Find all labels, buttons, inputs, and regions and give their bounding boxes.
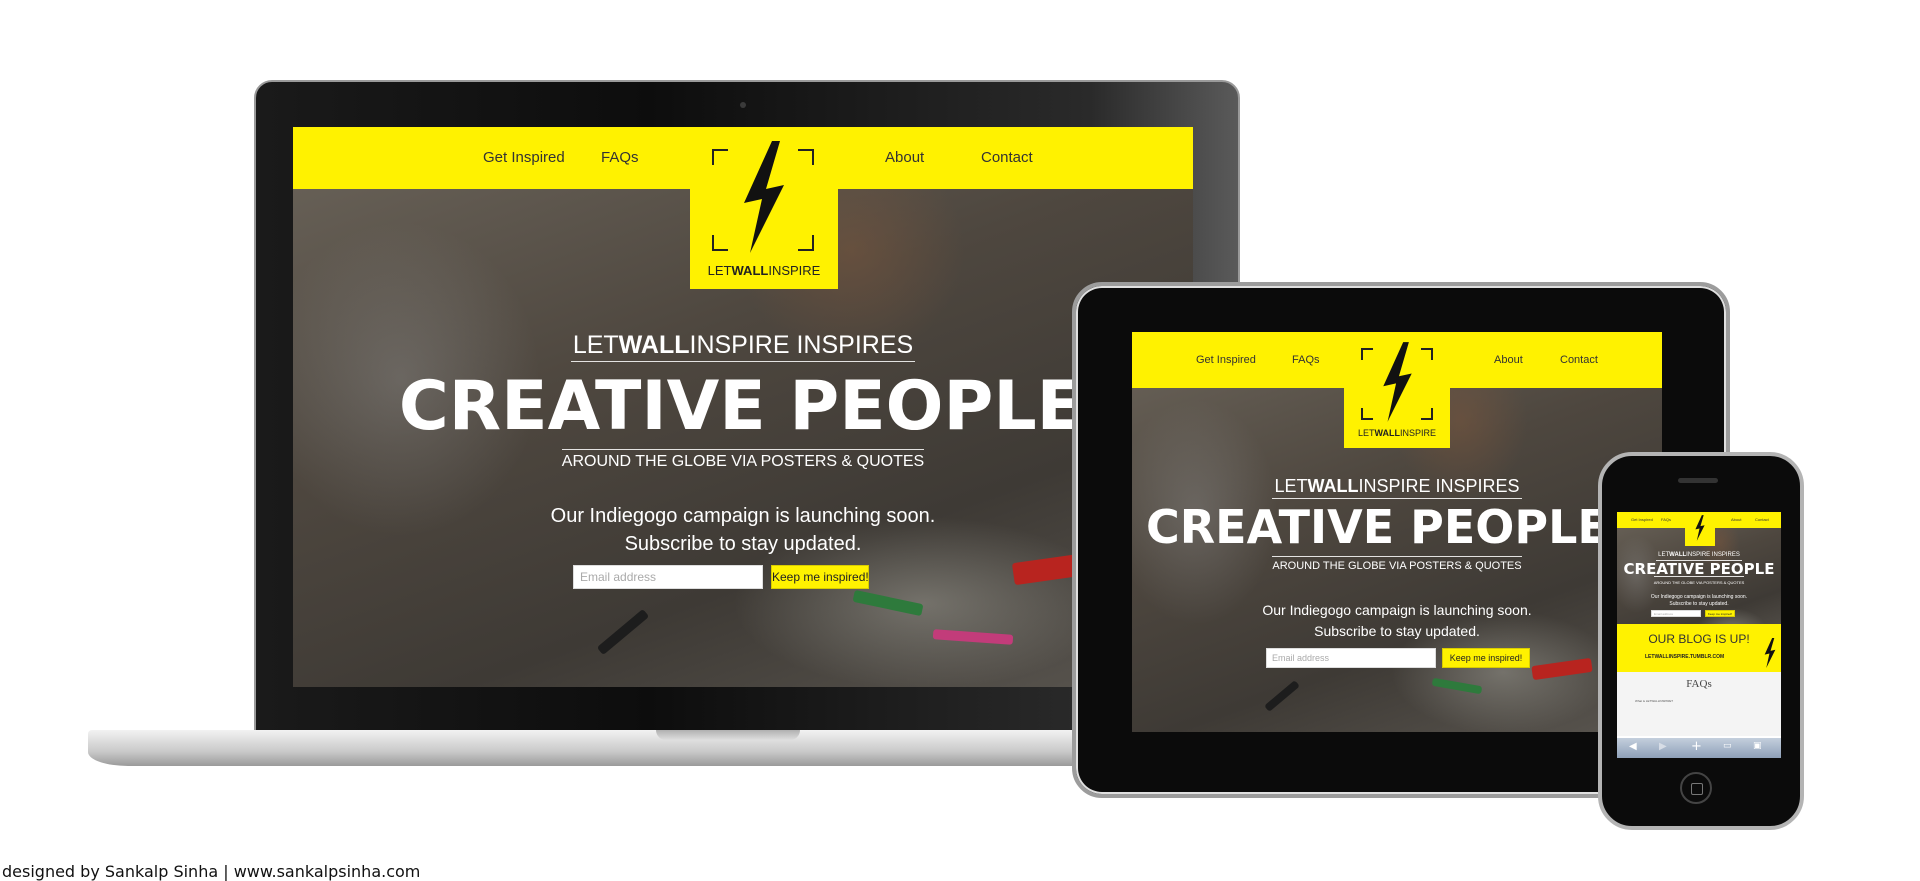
keep-me-inspired-button[interactable]: Keep me inspired! [1442,648,1530,668]
nav-contact[interactable]: Contact [1755,517,1769,522]
keep-me-inspired-button[interactable]: Keep me inspired! [1705,610,1735,617]
blog-banner-url: LETWALLINSPIRE.TUMBLR.COM [1645,654,1725,660]
phone-screen: Get Inspired FAQs About Contact LETWALLI… [1617,512,1781,758]
campaign-line-1: Our Indiegogo campaign is launching soon… [550,505,936,527]
campaign-line-2: Subscribe to stay updated. [1314,623,1480,639]
bookmarks-icon[interactable]: ▭ [1723,741,1732,751]
designer-credit: designed by Sankalp Sinha | www.sankalps… [2,862,421,881]
laptop-camera [740,102,746,108]
inspires-heading: LETWALLINSPIRE INSPIRES [293,331,1193,362]
logo-wordmark: LETWALLINSPIRE [1357,428,1437,438]
browser-toolbar: ◀ ▶ + ▭ ▣ [1617,738,1781,758]
hero-subheadline: AROUND THE GLOBE VIA POSTERS & QUOTES [1617,576,1781,585]
keep-me-inspired-button[interactable]: Keep me inspired! [771,565,869,589]
lightning-bolt-icon [1764,638,1776,668]
forward-arrow-icon[interactable]: ▶ [1659,741,1667,752]
email-input[interactable]: Email address [1266,648,1436,668]
site-logo[interactable]: LETWALLINSPIRE [1344,332,1450,448]
lightning-bolt-icon [744,141,784,253]
logo-wordmark: LETWALLINSPIRE [707,263,821,278]
nav-get-inspired[interactable]: Get Inspired [1196,354,1256,366]
hero-headline: CREATIVE PEOPLE [398,367,1084,446]
email-input[interactable]: Email address [1651,610,1701,617]
nav-faqs[interactable]: FAQs [601,149,639,166]
site-logo[interactable] [1685,512,1715,546]
lightning-bolt-icon [1383,342,1412,422]
site-logo[interactable]: LETWALLINSPIRE [690,127,838,289]
nav-faqs[interactable]: FAQs [1661,517,1671,522]
nav-about[interactable]: About [1494,354,1523,366]
laptop-screen: Get Inspired FAQs About Contact LETWALLI… [293,127,1193,687]
tablet-screen: Get Inspired FAQs About Contact LETWALLI… [1132,332,1662,732]
hero-headline: CREATIVE PEOPLE [1146,500,1609,554]
home-button-icon[interactable] [1680,772,1712,804]
nav-contact[interactable]: Contact [1560,354,1598,366]
phone-mockup: Get Inspired FAQs About Contact LETWALLI… [1598,452,1804,830]
faqs-heading: FAQs [1686,678,1712,690]
hero-subheadline: AROUND THE GLOBE VIA POSTERS & QUOTES [293,449,1193,471]
nav-about[interactable]: About [885,149,924,166]
laptop-notch [656,730,800,740]
campaign-line-1: Our Indiegogo campaign is launching soon… [1650,594,1748,600]
back-arrow-icon[interactable]: ◀ [1629,741,1637,752]
faq-item[interactable]: What is LETWALLINSPIRE? [1635,699,1673,703]
phone-speaker [1678,478,1718,483]
inspires-heading: LETWALLINSPIRE INSPIRES [1132,476,1662,499]
nav-get-inspired[interactable]: Get Inspired [483,149,565,166]
nav-get-inspired[interactable]: Get Inspired [1631,517,1653,522]
campaign-line-2: Subscribe to stay updated. [624,533,862,555]
tabs-icon[interactable]: ▣ [1753,741,1762,751]
nav-about[interactable]: About [1731,517,1741,522]
faqs-section: FAQs What is LETWALLINSPIRE? [1617,672,1781,736]
hero-subheadline: AROUND THE GLOBE VIA POSTERS & QUOTES [1132,556,1662,572]
lightning-bolt-icon [1695,515,1705,541]
campaign-line-2: Subscribe to stay updated. [1669,601,1729,607]
email-input[interactable]: Email address [573,565,763,589]
campaign-line-1: Our Indiegogo campaign is launching soon… [1262,602,1532,618]
add-bookmark-icon[interactable]: + [1691,739,1702,754]
inspires-heading: LETWALLINSPIRE INSPIRES [1617,552,1781,561]
nav-faqs[interactable]: FAQs [1292,354,1320,366]
blog-banner-title: OUR BLOG IS UP! [1648,632,1750,646]
nav-contact[interactable]: Contact [981,149,1033,166]
blog-banner[interactable]: OUR BLOG IS UP! LETWALLINSPIRE.TUMBLR.CO… [1617,624,1781,672]
